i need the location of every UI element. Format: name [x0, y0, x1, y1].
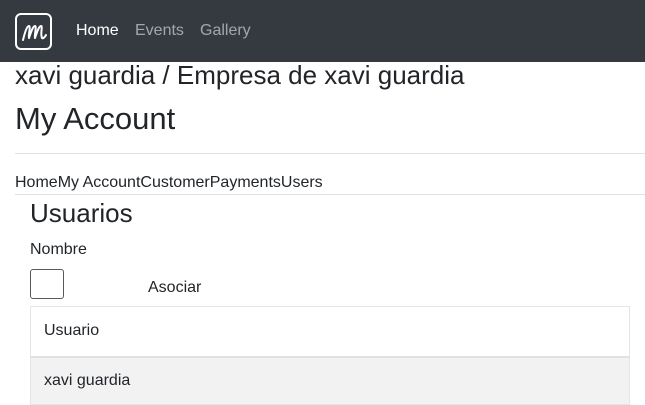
tab-customer[interactable]: Customer	[140, 174, 209, 191]
users-table: Usuario xavi guardia	[30, 306, 630, 405]
name-input[interactable]	[30, 269, 64, 299]
account-tabs: HomeMy AccountCustomerPaymentsUsers	[15, 173, 323, 193]
tab-my-account[interactable]: My Account	[58, 174, 141, 191]
associate-button[interactable]: Asociar	[138, 277, 211, 299]
nav-link-home[interactable]: Home	[76, 21, 119, 41]
m-script-icon	[21, 24, 47, 41]
divider	[15, 194, 645, 195]
tab-home[interactable]: Home	[15, 174, 58, 191]
top-navbar: Home Events Gallery	[0, 0, 645, 62]
tab-payments[interactable]: Payments	[210, 174, 281, 191]
column-header-usuario: Usuario	[30, 306, 630, 358]
users-section-title: Usuarios	[30, 198, 133, 228]
name-label: Nombre	[30, 241, 87, 258]
tab-users[interactable]: Users	[281, 174, 323, 191]
table-row[interactable]: xavi guardia	[30, 356, 630, 405]
nav-link-gallery[interactable]: Gallery	[200, 21, 251, 41]
table-header-row: Usuario	[30, 306, 630, 358]
page-title: My Account	[15, 101, 176, 136]
organization-title: xavi guardia / Empresa de xavi guardia	[15, 60, 465, 90]
divider	[15, 153, 645, 154]
table-cell-usuario: xavi guardia	[30, 356, 630, 405]
nav-link-events[interactable]: Events	[135, 21, 184, 41]
brand-logo-icon[interactable]	[15, 13, 52, 50]
